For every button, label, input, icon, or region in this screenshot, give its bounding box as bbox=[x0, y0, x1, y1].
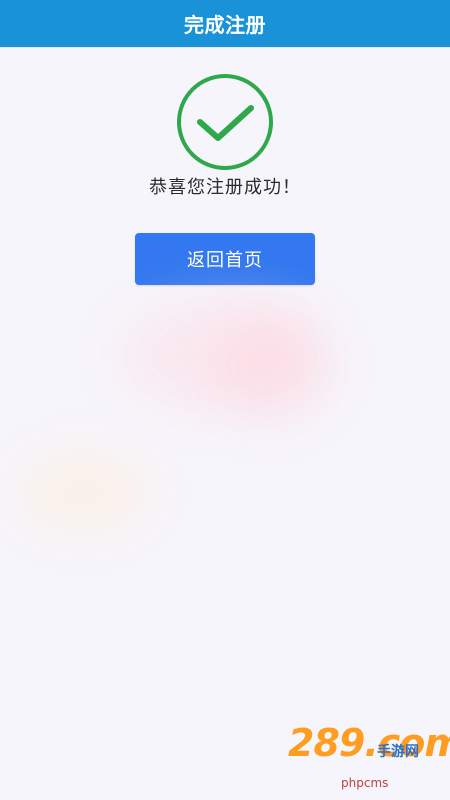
watermark-brand: 289.com bbox=[288, 721, 450, 765]
top-app-bar: 完成注册 bbox=[0, 0, 450, 47]
page-title: 完成注册 bbox=[184, 13, 266, 37]
background-blur-blob bbox=[210, 310, 330, 420]
watermark-domain: phpcms bbox=[341, 776, 389, 790]
watermark-subtitle: 手游网 bbox=[377, 744, 419, 760]
check-circle-icon bbox=[175, 72, 275, 172]
background-blur-blob bbox=[18, 455, 148, 530]
back-to-home-button[interactable]: 返回首页 bbox=[135, 233, 315, 285]
success-message: 恭喜您注册成功！ bbox=[149, 177, 301, 198]
